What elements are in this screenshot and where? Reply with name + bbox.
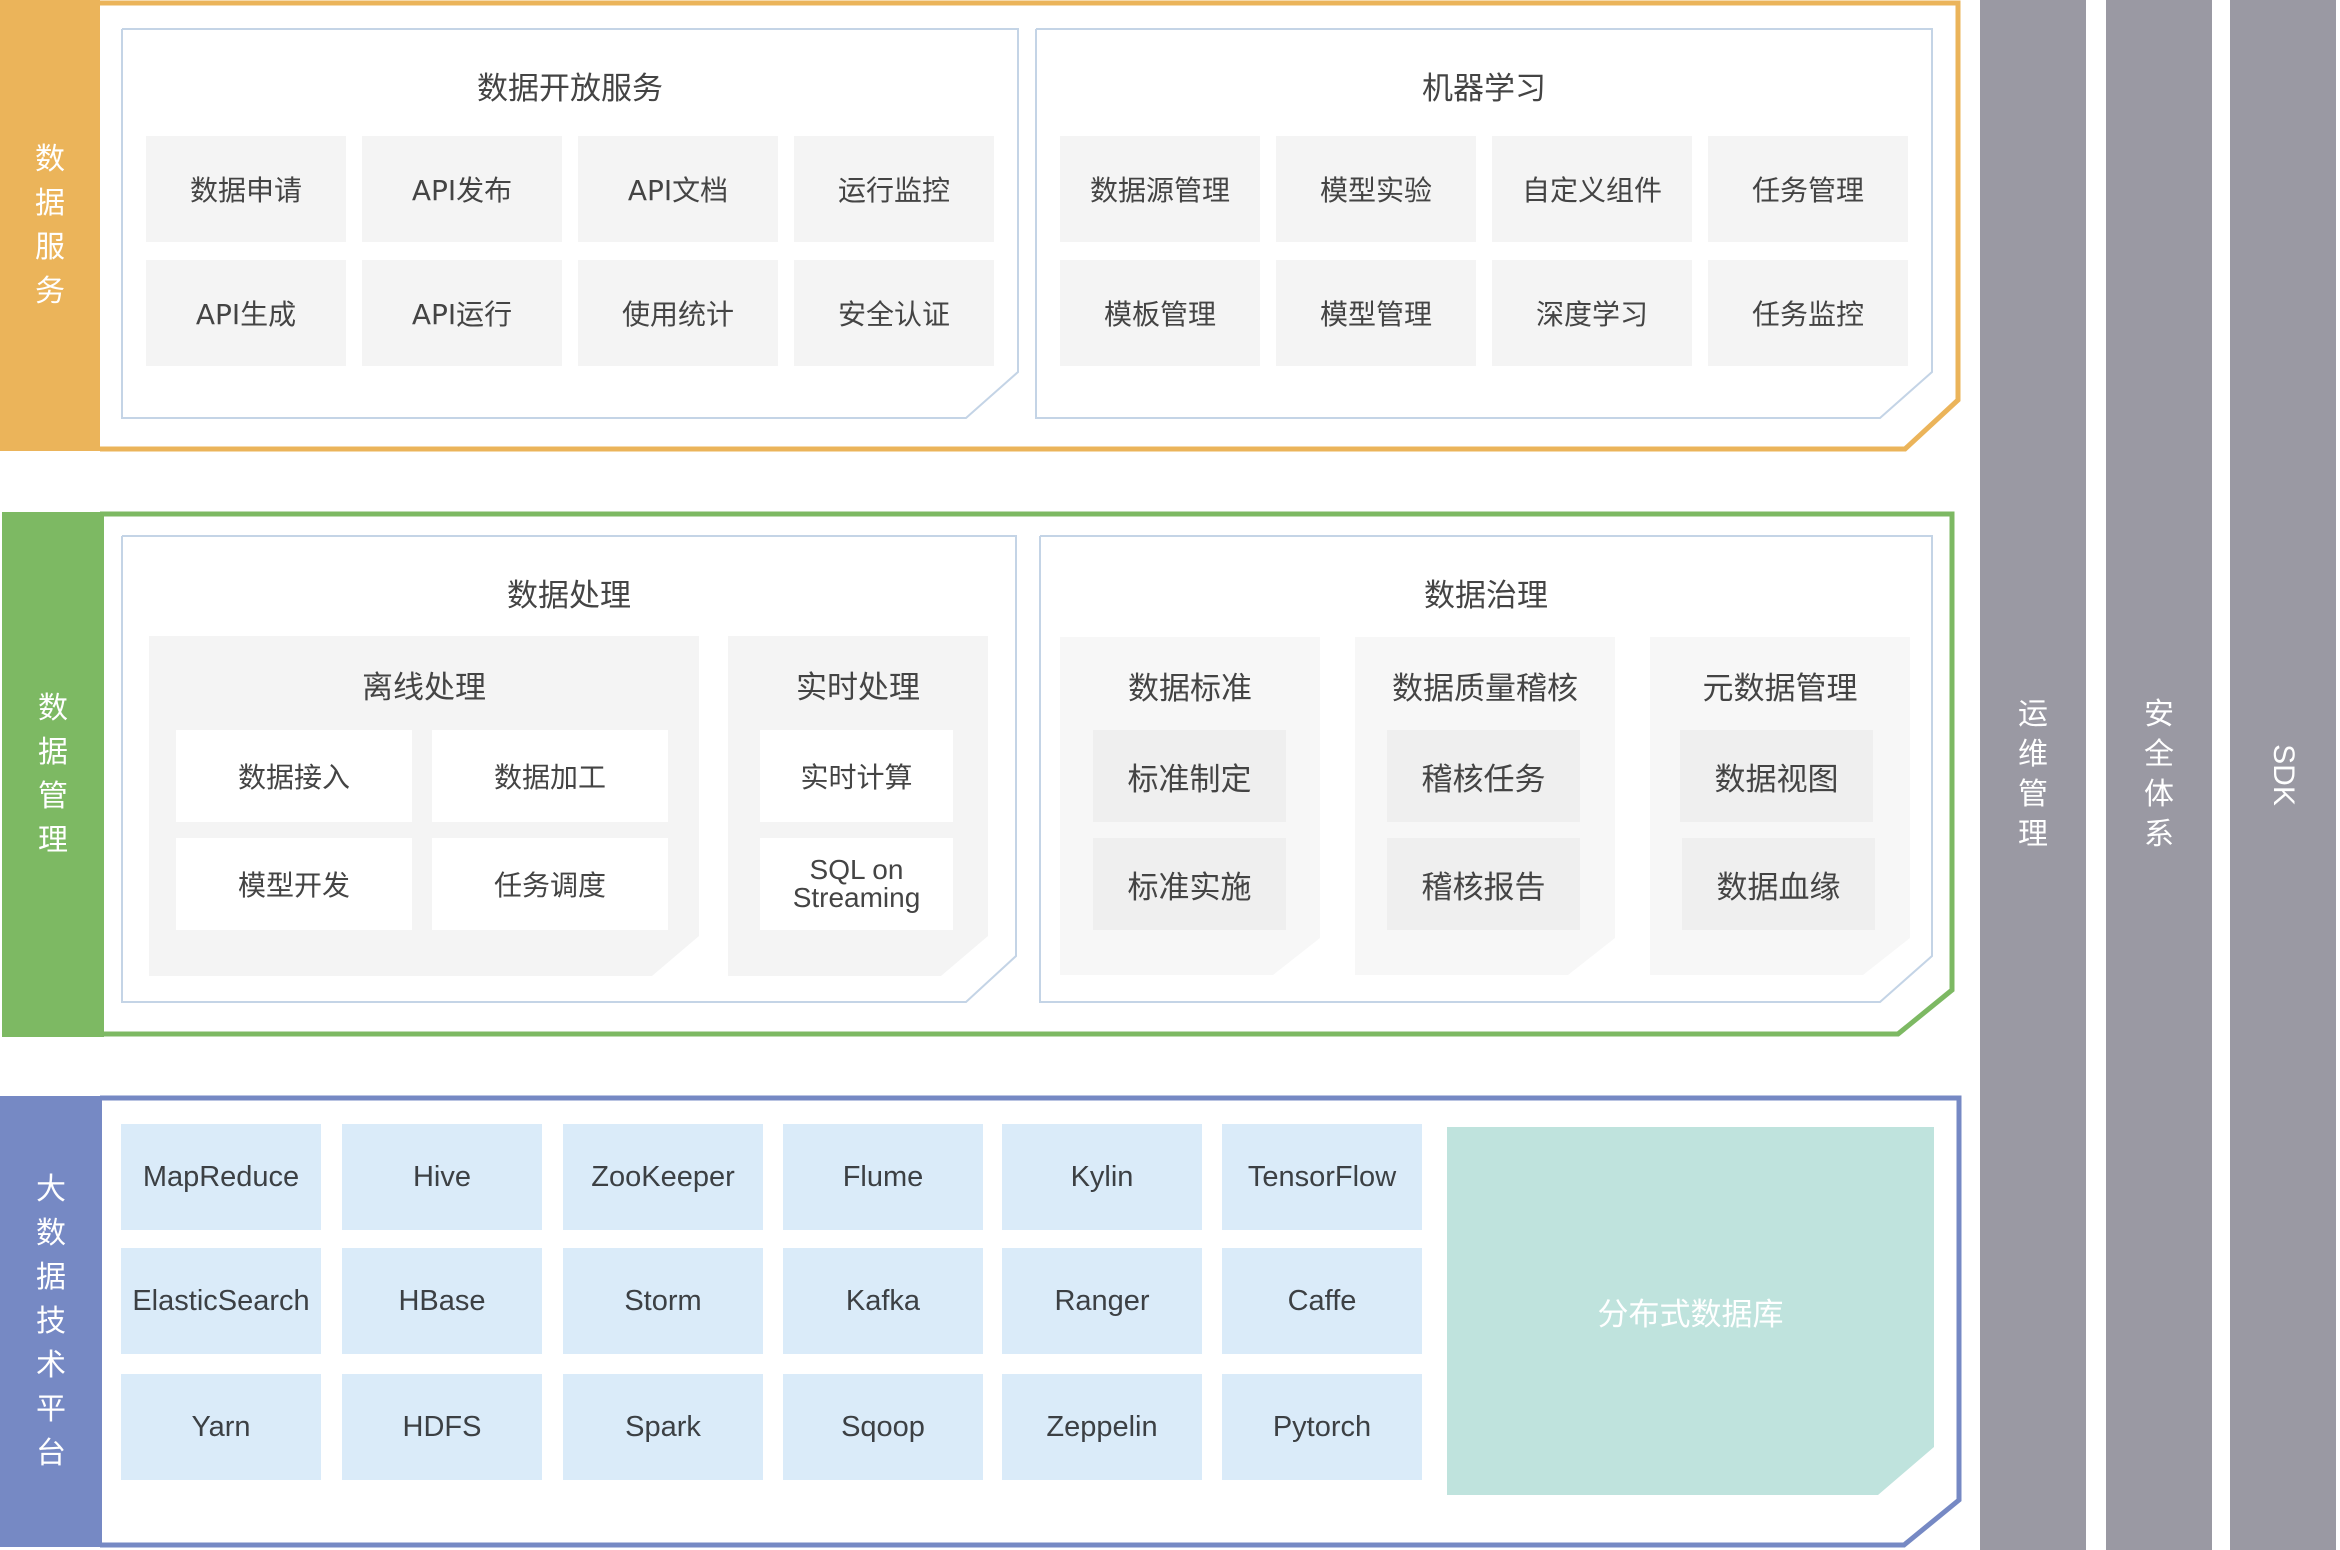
label-char: 理 bbox=[38, 822, 68, 858]
offline-item[interactable]: 模型开发 bbox=[176, 838, 412, 930]
governance-item[interactable]: 稽核报告 bbox=[1387, 838, 1580, 930]
governance-item[interactable]: 标准实施 bbox=[1093, 838, 1286, 930]
group-title: 实时处理 bbox=[796, 670, 920, 706]
tech-item[interactable]: Pytorch bbox=[1222, 1374, 1422, 1480]
group-title: 离线处理 bbox=[362, 670, 486, 706]
tech-item[interactable]: Kafka bbox=[783, 1248, 983, 1354]
governance-item[interactable]: 稽核任务 bbox=[1387, 730, 1580, 822]
label-char: 数 bbox=[38, 690, 68, 726]
service-item[interactable]: 使用统计 bbox=[578, 260, 778, 366]
tech-item[interactable]: HBase bbox=[342, 1248, 542, 1354]
label-char: 运 bbox=[2018, 697, 2048, 732]
label-char: 系 bbox=[2144, 817, 2174, 852]
ml-item[interactable]: 自定义组件 bbox=[1492, 136, 1692, 242]
label-char: 安 bbox=[2144, 697, 2174, 732]
label-char: 数 bbox=[35, 141, 65, 177]
ml-item[interactable]: 模板管理 bbox=[1060, 260, 1260, 366]
ml-item[interactable]: 模型管理 bbox=[1276, 260, 1476, 366]
governance-item[interactable]: 数据视图 bbox=[1680, 730, 1873, 822]
realtime-item[interactable]: SQL on Streaming bbox=[760, 838, 953, 930]
label-char: 管 bbox=[2018, 777, 2048, 812]
label-char: 术 bbox=[36, 1347, 66, 1383]
service-item[interactable]: 数据申请 bbox=[146, 136, 346, 242]
label-char: 管 bbox=[38, 778, 68, 814]
ml-item[interactable]: 任务监控 bbox=[1708, 260, 1908, 366]
label-char: 据 bbox=[38, 734, 68, 770]
tech-item[interactable]: Kylin bbox=[1002, 1124, 1202, 1230]
tech-item[interactable]: Yarn bbox=[121, 1374, 321, 1480]
tech-item[interactable]: HDFS bbox=[342, 1374, 542, 1480]
sdk-bar[interactable]: SDK bbox=[2230, 0, 2336, 1550]
panel-title: 数据治理 bbox=[1424, 578, 1548, 614]
tech-item[interactable]: ElasticSearch bbox=[121, 1248, 321, 1354]
group-title: 数据标准 bbox=[1128, 671, 1252, 707]
service-item[interactable]: 安全认证 bbox=[794, 260, 994, 366]
service-item[interactable]: API生成 bbox=[146, 260, 346, 366]
label-char: 务 bbox=[35, 273, 65, 309]
service-item[interactable]: API发布 bbox=[362, 136, 562, 242]
security-system-bar[interactable]: 安 全 体 系 bbox=[2106, 0, 2212, 1550]
tech-item[interactable]: Flume bbox=[783, 1124, 983, 1230]
label-char: 大 bbox=[36, 1171, 66, 1207]
tech-item[interactable]: Caffe bbox=[1222, 1248, 1422, 1354]
label-char: 技 bbox=[36, 1303, 66, 1339]
service-item[interactable]: API文档 bbox=[578, 136, 778, 242]
tech-item[interactable]: Sqoop bbox=[783, 1374, 983, 1480]
tech-item[interactable]: Ranger bbox=[1002, 1248, 1202, 1354]
label-char: 平 bbox=[36, 1391, 66, 1427]
label-char: 维 bbox=[2018, 737, 2048, 772]
ml-item[interactable]: 深度学习 bbox=[1492, 260, 1692, 366]
tech-item[interactable]: TensorFlow bbox=[1222, 1124, 1422, 1230]
label-char: 据 bbox=[35, 185, 65, 221]
group-title: 数据质量稽核 bbox=[1392, 671, 1578, 707]
panel-title: 机器学习 bbox=[1422, 71, 1546, 107]
service-item[interactable]: API运行 bbox=[362, 260, 562, 366]
group-title: 元数据管理 bbox=[1702, 671, 1858, 707]
tech-item[interactable]: Storm bbox=[563, 1248, 763, 1354]
label-char: 数 bbox=[36, 1215, 66, 1251]
big-data-platform-label: 大 数 据 技 术 平 台 bbox=[0, 1096, 102, 1547]
offline-item[interactable]: 数据接入 bbox=[176, 730, 412, 822]
governance-item[interactable]: 标准制定 bbox=[1093, 730, 1286, 822]
offline-item[interactable]: 任务调度 bbox=[432, 838, 668, 930]
data-service-label: 数 据 服 务 bbox=[0, 0, 100, 451]
panel-title: 数据开放服务 bbox=[477, 71, 663, 107]
label-char: 理 bbox=[2018, 817, 2048, 852]
tech-item[interactable]: MapReduce bbox=[121, 1124, 321, 1230]
ml-item[interactable]: 任务管理 bbox=[1708, 136, 1908, 242]
label-char: 体 bbox=[2144, 777, 2174, 812]
offline-item[interactable]: 数据加工 bbox=[432, 730, 668, 822]
ml-item[interactable]: 数据源管理 bbox=[1060, 136, 1260, 242]
label-char: 据 bbox=[36, 1259, 66, 1295]
service-item[interactable]: 运行监控 bbox=[794, 136, 994, 242]
distributed-db-label: 分布式数据库 bbox=[1597, 1296, 1784, 1333]
sdk-label: SDK bbox=[2267, 744, 2300, 806]
tech-item[interactable]: ZooKeeper bbox=[563, 1124, 763, 1230]
data-management-label: 数 据 管 理 bbox=[2, 512, 104, 1037]
realtime-item[interactable]: 实时计算 bbox=[760, 730, 953, 822]
distributed-db[interactable]: 分布式数据库 bbox=[1447, 1127, 1934, 1495]
tech-item[interactable]: Hive bbox=[342, 1124, 542, 1230]
ops-management-bar[interactable]: 运 维 管 理 bbox=[1980, 0, 2086, 1550]
ml-item[interactable]: 模型实验 bbox=[1276, 136, 1476, 242]
tech-item[interactable]: Spark bbox=[563, 1374, 763, 1480]
panel-title: 数据处理 bbox=[507, 578, 631, 614]
label-char: 台 bbox=[36, 1435, 66, 1471]
governance-item[interactable]: 数据血缘 bbox=[1682, 838, 1875, 930]
tech-item[interactable]: Zeppelin bbox=[1002, 1374, 1202, 1480]
label-char: 服 bbox=[35, 229, 65, 265]
label-char: 全 bbox=[2144, 737, 2174, 772]
